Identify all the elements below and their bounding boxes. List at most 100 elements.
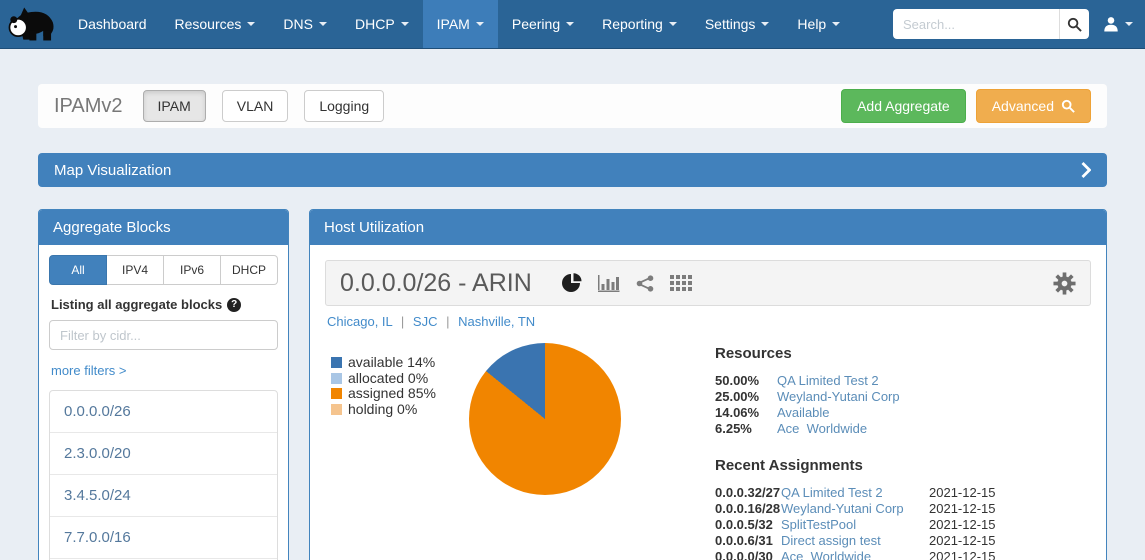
listing-label: Listing all aggregate blocks ? (51, 297, 276, 312)
legend-item-holding[interactable]: holding 0% (331, 402, 469, 418)
map-visualization-toggle[interactable]: Map Visualization (38, 153, 1107, 187)
assignment-date: 2021-12-15 (929, 533, 1015, 549)
search-button[interactable] (1059, 9, 1089, 39)
assignment-link[interactable]: SplitTestPool (781, 517, 929, 533)
assignment-row: 0.0.0.16/28Weyland-Yutani Corp2021-12-15 (715, 501, 1015, 517)
assignment-link[interactable]: Ace Worldwide (781, 549, 929, 560)
search-icon (1061, 99, 1075, 113)
panda-logo[interactable] (0, 0, 64, 48)
nav-item-ipam[interactable]: IPAM (423, 0, 498, 48)
toolbar-actions: Add Aggregate Advanced (841, 89, 1091, 123)
aggregate-blocks-body: All IPV4 IPv6 DHCP Listing all aggregate… (39, 245, 288, 560)
caret-down-icon (247, 22, 255, 26)
tab-vlan[interactable]: VLAN (222, 90, 289, 122)
legend-swatch (331, 388, 342, 399)
nav-item-settings[interactable]: Settings (691, 0, 784, 48)
resource-link[interactable]: QA Limited Test 2 (777, 373, 1015, 389)
aggregate-block-list: 0.0.0.0/26 2.3.0.0/20 3.4.5.0/24 7.7.0.0… (49, 390, 278, 560)
aggregate-filter-tabs: All IPV4 IPv6 DHCP (49, 255, 278, 285)
legend-item-allocated[interactable]: allocated 0% (331, 371, 469, 387)
settings-button[interactable] (1053, 272, 1076, 295)
page-title: IPAMv2 (54, 95, 123, 118)
aggregate-block-item[interactable]: 2.3.0.0/20 (50, 433, 277, 475)
assignment-row: 0.0.0.5/32SplitTestPool2021-12-15 (715, 517, 1015, 533)
resource-row: 14.06%Available (715, 405, 1015, 421)
resource-row: 50.00%QA Limited Test 2 (715, 373, 1015, 389)
pie-chart[interactable] (469, 343, 621, 495)
bar-chart-view-button[interactable] (598, 275, 620, 292)
tab-dhcp[interactable]: DHCP (221, 255, 278, 285)
share-button[interactable] (636, 275, 654, 292)
host-utilization-header: Host Utilization (310, 210, 1106, 245)
pie-legend: available 14% allocated 0% assigned 85% … (331, 343, 469, 560)
caret-down-icon (1125, 22, 1133, 26)
aggregate-blocks-panel: Aggregate Blocks All IPV4 IPv6 DHCP List… (38, 209, 289, 560)
resource-link[interactable]: Ace Worldwide (777, 421, 1015, 437)
cidr-filter-input[interactable] (49, 320, 278, 350)
share-icon (636, 275, 654, 292)
block-title: 0.0.0.0/26 - ARIN (340, 269, 532, 298)
caret-down-icon (319, 22, 327, 26)
user-icon (1103, 16, 1119, 32)
assignment-date: 2021-12-15 (929, 485, 1015, 501)
main-nav: Dashboard Resources DNS DHCP IPAM Peerin… (64, 0, 854, 48)
assignment-link[interactable]: QA Limited Test 2 (781, 485, 929, 501)
nav-item-help[interactable]: Help (783, 0, 854, 48)
search-icon (1067, 17, 1082, 32)
location-link[interactable]: SJC (413, 314, 438, 329)
nav-item-resources[interactable]: Resources (161, 0, 270, 48)
caret-down-icon (401, 22, 409, 26)
assignment-date: 2021-12-15 (929, 549, 1015, 560)
assignment-row: 0.0.0.0/30Ace Worldwide2021-12-15 (715, 549, 1015, 560)
grid-icon (670, 275, 692, 291)
legend-item-available[interactable]: available 14% (331, 355, 469, 371)
nav-item-dhcp[interactable]: DHCP (341, 0, 423, 48)
aggregate-block-item[interactable]: 0.0.0.0/26 (50, 391, 277, 433)
aggregate-block-item[interactable]: 7.7.0.0/16 (50, 517, 277, 559)
user-menu[interactable] (1103, 16, 1133, 32)
panda-logo-icon (6, 5, 58, 43)
nav-item-dashboard[interactable]: Dashboard (64, 0, 161, 48)
more-filters-link[interactable]: more filters > (51, 363, 127, 378)
resources-title: Resources (715, 345, 1015, 362)
assignment-link[interactable]: Direct assign test (781, 533, 929, 549)
assignment-row: 0.0.0.32/27QA Limited Test 22021-12-15 (715, 485, 1015, 501)
legend-swatch (331, 373, 342, 384)
tab-ipam[interactable]: IPAM (143, 90, 206, 122)
legend-item-assigned[interactable]: assigned 85% (331, 386, 469, 402)
caret-down-icon (476, 22, 484, 26)
gear-icon (1053, 272, 1076, 295)
host-utilization-panel: Host Utilization 0.0.0.0/26 - ARIN (309, 209, 1107, 560)
tab-all[interactable]: All (49, 255, 107, 285)
nav-item-reporting[interactable]: Reporting (588, 0, 691, 48)
panels-row: Aggregate Blocks All IPV4 IPv6 DHCP List… (38, 209, 1107, 560)
assignment-link[interactable]: Weyland-Yutani Corp (781, 501, 929, 517)
add-aggregate-button[interactable]: Add Aggregate (841, 89, 966, 123)
pie-chart-icon (562, 273, 582, 293)
pie-chart-view-button[interactable] (562, 273, 582, 293)
tab-ipv4[interactable]: IPV4 (107, 255, 164, 285)
grid-view-button[interactable] (670, 275, 692, 291)
caret-down-icon (761, 22, 769, 26)
block-title-strip: 0.0.0.0/26 - ARIN (325, 260, 1091, 306)
tab-ipv6[interactable]: IPv6 (164, 255, 221, 285)
advanced-search-button[interactable]: Advanced (976, 89, 1091, 123)
location-links: Chicago, IL | SJC | Nashville, TN (327, 314, 1089, 329)
stats-column: Resources 50.00%QA Limited Test 2 25.00%… (715, 343, 1015, 560)
resource-row: 6.25%Ace Worldwide (715, 421, 1015, 437)
caret-down-icon (669, 22, 677, 26)
aggregate-block-item[interactable]: 3.4.5.0/24 (50, 475, 277, 517)
nav-item-dns[interactable]: DNS (269, 0, 341, 48)
tab-logging[interactable]: Logging (304, 90, 384, 122)
resource-link[interactable]: Available (777, 405, 1015, 421)
view-toggle-icons (562, 273, 692, 293)
location-link[interactable]: Nashville, TN (458, 314, 535, 329)
ipam-toolbar: IPAMv2 IPAM VLAN Logging Add Aggregate A… (38, 84, 1107, 128)
resource-link[interactable]: Weyland-Yutani Corp (777, 389, 1015, 405)
search-input[interactable] (893, 9, 1059, 39)
caret-down-icon (832, 22, 840, 26)
location-link[interactable]: Chicago, IL (327, 314, 392, 329)
assignment-date: 2021-12-15 (929, 501, 1015, 517)
nav-item-peering[interactable]: Peering (498, 0, 588, 48)
help-icon[interactable]: ? (227, 298, 241, 312)
